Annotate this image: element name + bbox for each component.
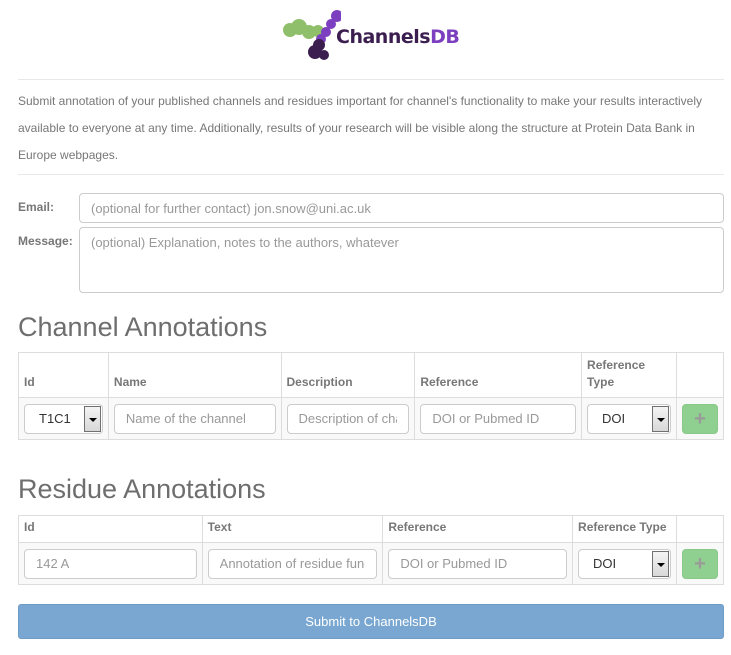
add-residue-button[interactable]: + (681, 548, 718, 579)
chevron-down-icon[interactable] (83, 405, 101, 432)
channel-description-input[interactable] (286, 403, 410, 434)
residue-reference-type-value: DOI (593, 555, 617, 571)
table-row: DOI + (18, 542, 725, 585)
column-header-reference: Reference (414, 352, 583, 398)
message-label: Message: (18, 234, 73, 248)
logo-text-main: Channels (336, 26, 431, 48)
column-header-text: Text (201, 515, 384, 543)
residue-reference-input[interactable] (388, 548, 568, 579)
channel-reference-type-select[interactable]: DOI (587, 403, 671, 434)
column-header-reference-type: Reference Type (581, 352, 677, 398)
residue-text-input[interactable] (207, 548, 378, 579)
table-row: T1C1 DOI + (18, 397, 725, 440)
channel-reference-input[interactable] (420, 403, 577, 434)
column-header-id: Id (18, 515, 203, 543)
email-field[interactable] (79, 193, 724, 223)
channel-reference-type-value: DOI (602, 410, 626, 426)
channel-id-value: T1C1 (39, 410, 71, 426)
chevron-down-icon[interactable] (651, 405, 669, 432)
divider (18, 174, 724, 175)
channel-name-input[interactable] (113, 403, 276, 434)
channel-id-select[interactable]: T1C1 (24, 403, 103, 434)
residue-annotations-title: Residue Annotations (18, 474, 266, 504)
residue-reference-type-select[interactable]: DOI (578, 548, 671, 579)
column-header-description: Description (280, 352, 416, 398)
table-header-row: Id Name Description Reference Reference … (18, 352, 725, 398)
logo-graphic-icon (283, 10, 341, 60)
column-header-reference-type: Reference Type (572, 515, 677, 543)
channel-annotations-title: Channel Annotations (18, 312, 268, 342)
submit-button[interactable]: Submit to ChannelsDB (18, 604, 724, 639)
intro-text: Submit annotation of your published chan… (18, 94, 702, 162)
channelsdb-logo: ChannelsDB (281, 8, 466, 64)
plus-icon: + (694, 552, 706, 575)
residue-annotations-table: Id Text Reference Reference Type DOI + (18, 515, 725, 585)
column-header-actions (675, 515, 725, 543)
chevron-down-icon[interactable] (651, 550, 669, 577)
add-channel-button[interactable]: + (681, 403, 718, 434)
plus-icon: + (694, 407, 706, 430)
column-header-name: Name (107, 352, 282, 398)
email-label: Email: (18, 200, 55, 214)
column-header-reference: Reference (382, 515, 574, 543)
message-field[interactable] (79, 227, 724, 293)
column-header-actions (675, 352, 725, 398)
logo-text-accent: DB (430, 26, 460, 48)
table-header-row: Id Text Reference Reference Type (18, 515, 725, 543)
channel-annotations-table: Id Name Description Reference Reference … (18, 352, 725, 440)
residue-id-input[interactable] (24, 548, 197, 579)
column-header-id: Id (18, 352, 109, 398)
divider (18, 79, 724, 80)
